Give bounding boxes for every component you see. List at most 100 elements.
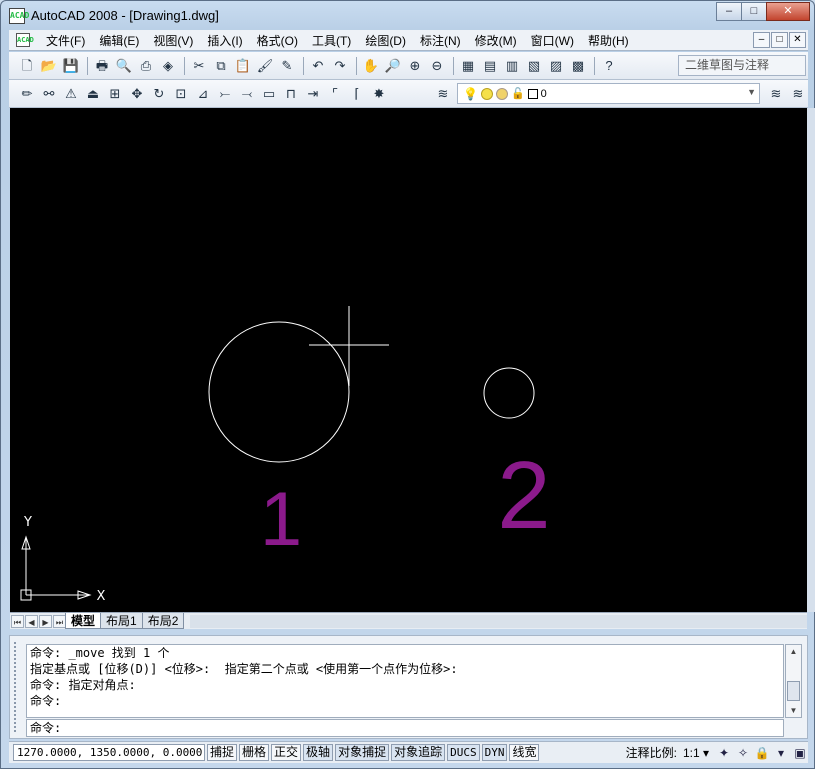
minimize-document-button[interactable]: – <box>753 32 770 48</box>
mirror-icon[interactable]: ⚠ <box>61 84 81 104</box>
join-icon[interactable]: ⇥ <box>303 84 323 104</box>
tool-palettes-icon[interactable]: ▥ <box>502 56 522 76</box>
array-icon[interactable]: ⊞ <box>105 84 125 104</box>
zoom-window-icon[interactable]: ⊕ <box>405 56 425 76</box>
close-document-button[interactable]: ✕ <box>789 32 806 48</box>
paste-icon[interactable]: 📋 <box>233 56 253 76</box>
auto-scale-icon[interactable]: ✧ <box>735 745 751 761</box>
clean-screen-icon[interactable]: ▣ <box>792 745 808 761</box>
break-icon[interactable]: ⊓ <box>281 84 301 104</box>
dyn-toggle[interactable]: DYN <box>481 744 508 761</box>
menu-file[interactable]: 文件(F) <box>39 32 92 49</box>
cut-icon[interactable]: ✂ <box>189 56 209 76</box>
menu-insert[interactable]: 插入(I) <box>200 32 249 49</box>
3d-dwf-icon[interactable]: ◈ <box>158 56 178 76</box>
fillet-icon[interactable]: ⌈ <box>347 84 367 104</box>
ducs-toggle[interactable]: DUCS <box>447 744 480 761</box>
menu-format[interactable]: 格式(O) <box>250 32 305 49</box>
tab-model[interactable]: 模型 <box>65 613 102 629</box>
lightbulb-icon[interactable]: 💡 <box>463 87 478 101</box>
chamfer-icon[interactable]: ⌜ <box>325 84 345 104</box>
new-icon[interactable]: 🗋 <box>17 56 37 76</box>
canvas-vertical-scrollbar[interactable] <box>807 108 815 612</box>
menu-draw[interactable]: 绘图(D) <box>358 32 413 49</box>
menu-modify[interactable]: 修改(M) <box>468 32 524 49</box>
document-icon[interactable]: ACAD <box>16 33 34 47</box>
circle-entity-1[interactable] <box>208 321 350 463</box>
pan-realtime-icon[interactable]: ✋ <box>361 56 381 76</box>
drawing-canvas[interactable]: 1 2 Y X <box>10 108 807 612</box>
erase-icon[interactable]: ✏ <box>17 84 37 104</box>
publish-icon[interactable]: ⎙ <box>136 56 156 76</box>
open-icon[interactable]: 📂 <box>39 56 59 76</box>
status-menu-chevron-icon[interactable]: ▾ <box>773 745 789 761</box>
tab-layout2[interactable]: 布局2 <box>141 613 185 629</box>
scroll-up-icon[interactable]: ▲ <box>786 645 801 658</box>
zoom-previous-icon[interactable]: ⊖ <box>427 56 447 76</box>
minimize-window-button[interactable]: – <box>716 2 742 21</box>
prev-tab-icon[interactable]: ◀ <box>25 614 38 628</box>
coordinate-display[interactable]: 1270.0000, 1350.0000, 0.0000 <box>13 744 205 761</box>
rotate-icon[interactable]: ↻ <box>149 84 169 104</box>
match-properties-icon[interactable]: 🖌 <box>255 56 275 76</box>
freeze-viewport-icon[interactable] <box>495 87 508 100</box>
menu-edit[interactable]: 编辑(E) <box>92 32 146 49</box>
next-tab-icon[interactable]: ▶ <box>39 614 52 628</box>
explode-icon[interactable]: ✸ <box>369 84 389 104</box>
sheet-set-icon[interactable]: ▧ <box>524 56 544 76</box>
tab-layout1[interactable]: 布局1 <box>100 613 143 629</box>
layer-previous-icon[interactable]: ≋ <box>788 84 808 104</box>
lock-icon[interactable]: 🔓 <box>511 87 525 100</box>
model-space[interactable]: 1 2 Y X <box>10 108 807 612</box>
menu-dimension[interactable]: 标注(N) <box>413 32 468 49</box>
menu-tools[interactable]: 工具(T) <box>305 32 358 49</box>
ortho-toggle[interactable]: 正交 <box>271 744 302 761</box>
snap-toggle[interactable]: 捕捉 <box>207 744 238 761</box>
sun-icon[interactable] <box>480 87 493 100</box>
restore-document-button[interactable]: □ <box>771 32 788 48</box>
redo-icon[interactable]: ↷ <box>330 56 350 76</box>
osnap-toggle[interactable]: 对象捕捉 <box>335 744 390 761</box>
make-current-layer-icon[interactable]: ≋ <box>766 84 786 104</box>
trim-icon[interactable]: ⤚ <box>215 84 235 104</box>
move-icon[interactable]: ✥ <box>127 84 147 104</box>
chevron-down-icon[interactable]: ▼ <box>747 87 756 97</box>
save-icon[interactable]: 💾 <box>61 56 81 76</box>
properties-icon[interactable]: ▦ <box>458 56 478 76</box>
copy-icon[interactable]: ⧉ <box>211 56 231 76</box>
polar-toggle[interactable]: 极轴 <box>303 744 334 761</box>
lineweight-toggle[interactable]: 线宽 <box>509 744 540 761</box>
workspace-dropdown[interactable]: 二维草图与注释 <box>678 55 806 76</box>
canvas-horizontal-scrollbar[interactable] <box>190 614 807 628</box>
stretch-icon[interactable]: ⊿ <box>193 84 213 104</box>
command-history-scrollbar[interactable]: ▲ ▼ <box>785 644 802 718</box>
annotation-visibility-icon[interactable]: ✦ <box>716 745 732 761</box>
print-preview-icon[interactable]: 🔍 <box>114 56 134 76</box>
lock-icon[interactable]: 🔒 <box>754 745 770 761</box>
layer-dropdown[interactable]: 💡 🔓 0 ▼ <box>457 83 760 104</box>
undo-icon[interactable]: ↶ <box>308 56 328 76</box>
copy-object-icon[interactable]: ⚯ <box>39 84 59 104</box>
circle-entity-2[interactable] <box>483 367 535 419</box>
menu-window[interactable]: 窗口(W) <box>524 32 581 49</box>
print-icon[interactable]: 🖶 <box>92 56 112 76</box>
help-icon[interactable]: ? <box>599 56 619 76</box>
extend-icon[interactable]: ⤙ <box>237 84 257 104</box>
design-center-icon[interactable]: ▤ <box>480 56 500 76</box>
close-window-button[interactable]: ✕ <box>766 2 810 21</box>
otrack-toggle[interactable]: 对象追踪 <box>391 744 446 761</box>
grid-toggle[interactable]: 栅格 <box>239 744 270 761</box>
calculator-icon[interactable]: ▩ <box>568 56 588 76</box>
command-window-grip[interactable] <box>14 642 22 732</box>
block-editor-icon[interactable]: ✎ <box>277 56 297 76</box>
annotation-scale-dropdown[interactable]: 1:1 ▾ <box>683 746 709 760</box>
layer-manager-icon[interactable]: ≋ <box>433 84 453 104</box>
markup-icon[interactable]: ▨ <box>546 56 566 76</box>
menu-view[interactable]: 视图(V) <box>146 32 200 49</box>
scale-icon[interactable]: ⊡ <box>171 84 191 104</box>
break-at-point-icon[interactable]: ▭ <box>259 84 279 104</box>
command-input[interactable]: 命令: <box>26 719 784 737</box>
scroll-down-icon[interactable]: ▼ <box>786 704 801 717</box>
scroll-thumb[interactable] <box>787 681 800 701</box>
menu-help[interactable]: 帮助(H) <box>581 32 636 49</box>
